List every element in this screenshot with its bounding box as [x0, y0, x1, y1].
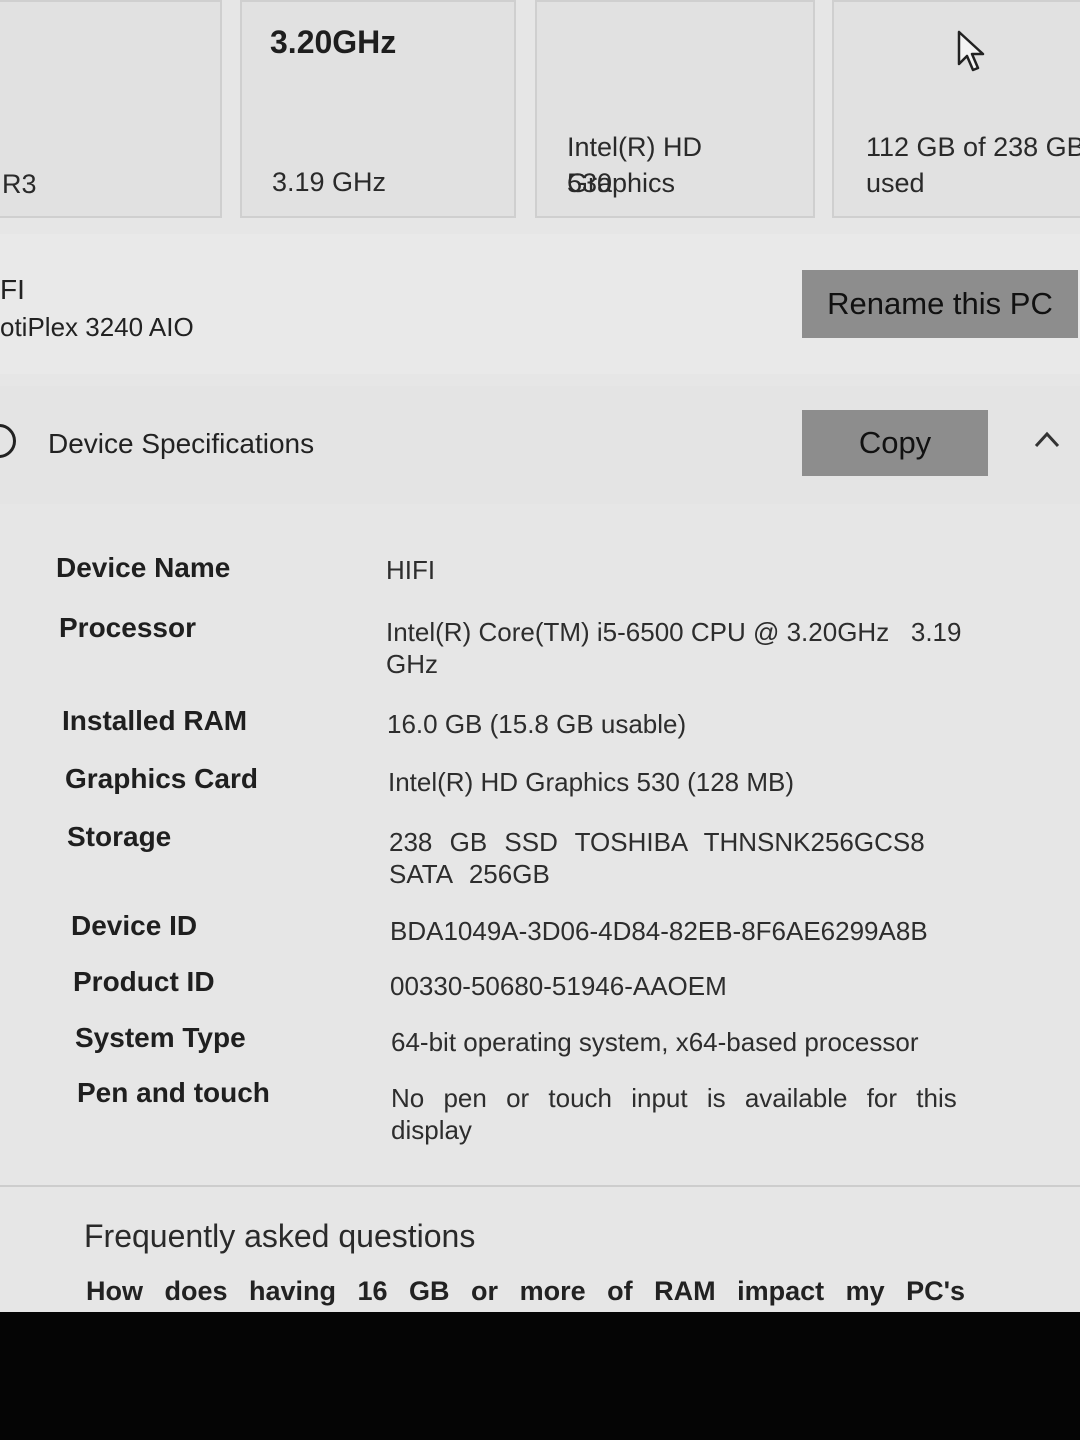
- mouse-pointer-icon: [957, 30, 985, 72]
- copy-button[interactable]: Copy: [802, 410, 988, 476]
- spec-value-graphics-card: Intel(R) HD Graphics 530 (128 MB): [388, 767, 795, 797]
- spec-value-device-id: BDA1049A-3D06-4D84-82EB-8F6AE6299A8B: [390, 916, 928, 946]
- device-specs-title: Device Specifications: [48, 428, 315, 459]
- spec-label-installed-ram: Installed RAM: [62, 705, 248, 736]
- storage-card-used-line1: 112 GB of 238 GB: [866, 132, 1080, 162]
- spec-value-system-type: 64-bit operating system, x64-based proce…: [391, 1027, 919, 1057]
- monitor-bezel: [0, 1312, 1080, 1440]
- settings-about-page: R3 3.20GHz 3.19 GHz Intel(R) HD Graphics…: [0, 0, 1080, 1312]
- faq-title: Frequently asked questions: [84, 1218, 476, 1254]
- spec-label-storage: Storage: [67, 821, 172, 852]
- spec-label-processor: Processor: [59, 612, 196, 643]
- processor-card-speed: 3.20GHz: [270, 24, 397, 60]
- faq-question-ram[interactable]: How does having 16 GB or more of RAM imp…: [86, 1276, 966, 1307]
- storage-card-used-line2: used: [866, 168, 925, 198]
- processor-card[interactable]: 3.20GHz 3.19 GHz: [240, 0, 516, 218]
- spec-label-device-name: Device Name: [56, 552, 231, 583]
- graphics-card-name-line2: 530: [567, 168, 613, 198]
- spec-label-graphics-card: Graphics Card: [65, 763, 258, 794]
- rename-pc-button[interactable]: Rename this PC: [802, 270, 1078, 338]
- ram-card-value: R3: [2, 169, 37, 199]
- spec-label-device-id: Device ID: [71, 910, 198, 941]
- pc-model: otiPlex 3240 AIO: [0, 312, 194, 342]
- spec-value-device-name: HIFI: [386, 555, 436, 585]
- spec-value-product-id: 00330-50680-51946-AAOEM: [390, 971, 727, 1001]
- ram-card[interactable]: R3: [0, 0, 222, 218]
- section-divider: [0, 1185, 1080, 1187]
- pc-name: FI: [0, 274, 25, 305]
- spec-value-storage: 238 GB SSD TOSHIBA THNSNK256GCS8 SATA 25…: [389, 827, 925, 889]
- spec-label-pen-and-touch: Pen and touch: [77, 1077, 270, 1108]
- spec-value-pen-and-touch: No pen or touch input is available for t…: [391, 1083, 957, 1145]
- chevron-up-icon[interactable]: [1034, 430, 1060, 448]
- storage-card[interactable]: 112 GB of 238 GB used: [832, 0, 1080, 218]
- spec-value-processor: Intel(R) Core(TM) i5-6500 CPU @ 3.20GHz …: [386, 617, 969, 679]
- graphics-card-card[interactable]: Intel(R) HD Graphics 530: [535, 0, 815, 218]
- spec-value-installed-ram: 16.0 GB (15.8 GB usable): [387, 709, 687, 739]
- processor-card-current: 3.19 GHz: [272, 167, 387, 197]
- spec-label-system-type: System Type: [75, 1022, 246, 1053]
- spec-label-product-id: Product ID: [73, 966, 215, 997]
